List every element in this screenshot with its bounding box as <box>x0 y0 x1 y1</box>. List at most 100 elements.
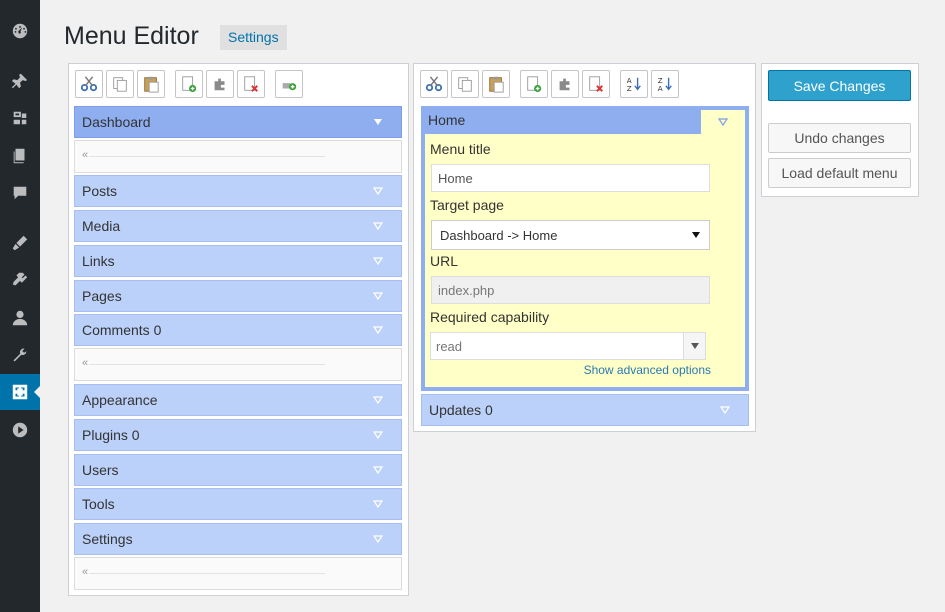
submenu-item-header[interactable]: Home <box>421 106 699 134</box>
expand-arrow-icon[interactable] <box>372 255 384 267</box>
delete-icon[interactable] <box>237 70 265 98</box>
page-title: Menu Editor <box>64 22 199 50</box>
submenu-item-label: Home <box>428 112 466 128</box>
target-page-value: Dashboard -> Home <box>440 227 558 243</box>
menu-item-label: Pages <box>82 288 122 304</box>
copy-icon[interactable] <box>451 70 479 98</box>
expand-arrow-icon[interactable] <box>372 464 384 476</box>
menu-item-dashboard[interactable]: Dashboard <box>74 106 402 138</box>
dashboard-icon[interactable] <box>0 13 40 49</box>
delete-icon[interactable] <box>582 70 610 98</box>
tools-icon[interactable] <box>0 337 40 373</box>
separator-line <box>89 156 325 157</box>
expand-arrow-icon[interactable] <box>372 429 384 441</box>
menu-separator[interactable]: « <box>74 557 402 590</box>
admin-sidebar <box>0 0 40 612</box>
new-item-icon[interactable] <box>275 70 303 98</box>
paste-icon[interactable] <box>137 70 165 98</box>
url-label: URL <box>430 253 459 269</box>
menu-item-pages[interactable]: Pages <box>74 280 402 312</box>
save-changes-button[interactable]: Save Changes <box>768 70 911 101</box>
menu-item-label: Links <box>82 253 115 269</box>
menu-item-comments[interactable]: Comments 0 <box>74 314 402 346</box>
copy-icon[interactable] <box>106 70 134 98</box>
menu-item-settings[interactable]: Settings <box>74 523 402 555</box>
cut-icon[interactable] <box>420 70 448 98</box>
expand-arrow-icon[interactable] <box>719 404 731 416</box>
actions-panel: Save Changes Undo changes Load default m… <box>761 63 919 197</box>
sort-ascending-icon[interactable]: AZ <box>620 70 648 98</box>
undo-changes-button[interactable]: Undo changes <box>768 123 911 153</box>
menu-title-label: Menu title <box>430 141 491 157</box>
menu-item-label: Plugins 0 <box>82 427 140 443</box>
menu-list-panel: Dashboard « Posts Media Links Pages Comm… <box>68 63 409 596</box>
submenu-panel: AZ ZA Home Menu title Target page Dashbo… <box>413 63 756 432</box>
menu-editor-icon[interactable] <box>0 374 40 410</box>
paste-icon[interactable] <box>482 70 510 98</box>
menu-item-posts[interactable]: Posts <box>74 175 402 207</box>
capability-value: read <box>436 338 463 354</box>
settings-button[interactable]: Settings <box>220 25 287 50</box>
menu-item-appearance[interactable]: Appearance <box>74 384 402 416</box>
menu-separator[interactable]: « <box>74 140 402 173</box>
target-page-label: Target page <box>430 197 504 213</box>
load-default-menu-button[interactable]: Load default menu <box>768 158 911 188</box>
menu-item-links[interactable]: Links <box>74 245 402 277</box>
menu-item-label: Dashboard <box>82 114 151 130</box>
expand-arrow-icon[interactable] <box>372 290 384 302</box>
media-icon[interactable] <box>0 100 40 136</box>
expand-arrow-icon[interactable] <box>372 220 384 232</box>
play-icon[interactable] <box>0 412 40 448</box>
capability-combo[interactable]: read <box>430 332 706 360</box>
capability-label: Required capability <box>430 309 550 325</box>
menu-title-field[interactable] <box>431 164 710 192</box>
menu-item-users[interactable]: Users <box>74 454 402 486</box>
url-field[interactable] <box>431 276 710 304</box>
menu-separator[interactable]: « <box>74 348 402 381</box>
target-page-select[interactable]: Dashboard -> Home <box>431 220 710 250</box>
pin-icon[interactable] <box>0 63 40 99</box>
cut-icon[interactable] <box>75 70 103 98</box>
submenu-item-label: Updates 0 <box>429 402 493 418</box>
new-menu-icon[interactable] <box>520 70 548 98</box>
chevron-down-icon <box>692 232 700 238</box>
svg-text:Z: Z <box>627 84 632 93</box>
menu-item-label: Settings <box>82 531 133 547</box>
expand-arrow-icon[interactable] <box>372 116 384 128</box>
menu-item-label: Comments 0 <box>82 322 162 338</box>
collapse-arrow-icon <box>717 118 729 127</box>
separator-handle-icon: « <box>82 149 89 161</box>
expand-arrow-icon[interactable] <box>372 324 384 336</box>
separator-handle-icon: « <box>82 566 89 578</box>
svg-text:A: A <box>658 84 663 93</box>
separator-handle-icon: « <box>82 357 89 369</box>
comments-icon[interactable] <box>0 175 40 211</box>
expand-arrow-icon[interactable] <box>372 498 384 510</box>
separator-line <box>89 573 325 574</box>
new-menu-icon[interactable] <box>175 70 203 98</box>
submenu-item-home[interactable]: Home Menu title Target page Dashboard ->… <box>421 106 749 391</box>
item-editor: Menu title Target page Dashboard -> Home… <box>425 134 745 387</box>
menu-item-tools[interactable]: Tools <box>74 488 402 520</box>
pages-icon[interactable] <box>0 138 40 174</box>
submenu-item-updates[interactable]: Updates 0 <box>421 394 749 426</box>
menu-item-label: Users <box>82 462 119 478</box>
show-advanced-link[interactable]: Show advanced options <box>584 363 711 377</box>
capability-dropdown-button[interactable] <box>683 333 705 359</box>
expand-arrow-icon[interactable] <box>372 394 384 406</box>
expand-arrow-icon[interactable] <box>372 533 384 545</box>
appearance-icon[interactable] <box>0 225 40 261</box>
plugins-icon[interactable] <box>0 262 40 298</box>
sort-descending-icon[interactable]: ZA <box>651 70 679 98</box>
chevron-down-icon <box>690 343 699 349</box>
menu-item-plugins[interactable]: Plugins 0 <box>74 419 402 451</box>
separator-line <box>89 364 325 365</box>
menu-item-label: Appearance <box>82 392 158 408</box>
expand-arrow-icon[interactable] <box>372 185 384 197</box>
new-separator-icon[interactable] <box>551 70 579 98</box>
collapse-toggle[interactable] <box>701 110 745 134</box>
menu-item-label: Media <box>82 218 121 234</box>
users-icon[interactable] <box>0 300 40 336</box>
new-separator-icon[interactable] <box>206 70 234 98</box>
menu-item-media[interactable]: Media <box>74 210 402 242</box>
